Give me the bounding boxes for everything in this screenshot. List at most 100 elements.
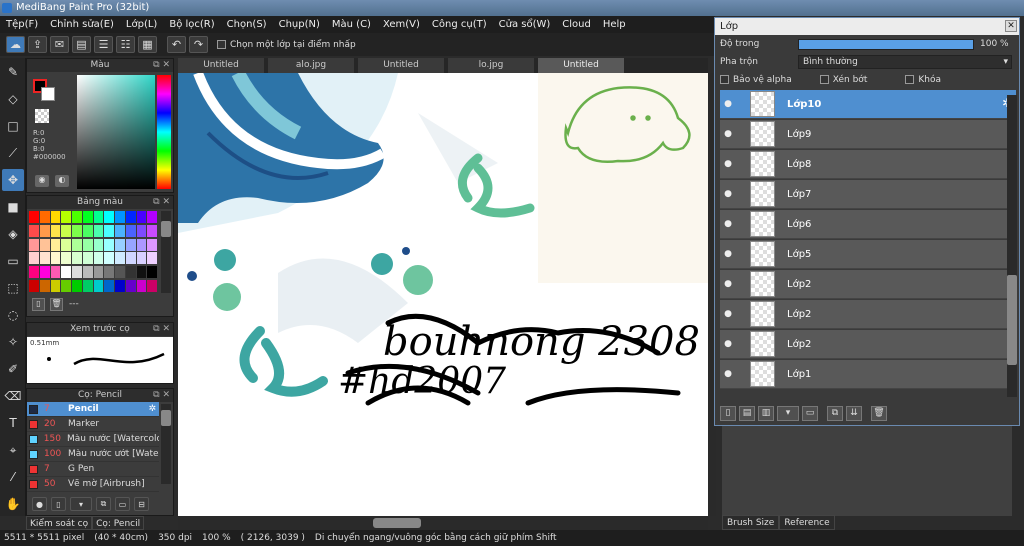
menu-color[interactable]: Màu (C) — [332, 19, 371, 30]
tab-brush-size[interactable]: Brush Size — [722, 515, 780, 530]
palette-swatch[interactable] — [72, 238, 82, 251]
palette-mode-icon-2[interactable]: ◐ — [55, 175, 69, 187]
palette-swatch[interactable] — [72, 211, 82, 223]
palette-swatch[interactable] — [72, 266, 82, 279]
folder-icon[interactable]: ▭ — [802, 406, 818, 421]
palette-swatch[interactable] — [39, 238, 50, 251]
new-halftone-layer-icon[interactable]: ▤ — [739, 406, 755, 421]
delete-palette-icon[interactable]: 🗑 — [50, 298, 63, 311]
panel-close-icon[interactable]: ⧉ ✕ — [153, 196, 170, 209]
menu-select[interactable]: Chọn(S) — [227, 19, 267, 30]
doc-icon[interactable]: ▤ — [72, 36, 91, 53]
palette-swatch[interactable] — [72, 252, 82, 265]
lock-checkbox[interactable] — [905, 75, 915, 84]
line-tool-icon[interactable]: ⟋ — [2, 142, 24, 164]
palette-swatch[interactable] — [125, 266, 136, 279]
palette-swatch[interactable] — [104, 252, 114, 265]
palette-swatch[interactable] — [125, 211, 136, 223]
bucket-tool-icon[interactable]: ◈ — [2, 223, 24, 245]
eraser-tool-icon[interactable]: ◇ — [2, 88, 24, 110]
menu-window[interactable]: Cửa sổ(W) — [499, 19, 551, 30]
menu-filter[interactable]: Bộ lọc(R) — [169, 19, 214, 30]
palette-swatch[interactable] — [39, 280, 50, 293]
layer-item[interactable]: ● Lớp7 — [720, 180, 1016, 209]
select-pen-icon[interactable]: ✐ — [2, 358, 24, 380]
layer-dropdown-icon[interactable]: ▾ — [777, 406, 799, 421]
cloud-icon[interactable]: ☁ — [6, 36, 25, 53]
palette-swatch[interactable] — [147, 211, 157, 223]
palette-swatch[interactable] — [136, 211, 147, 223]
palette-swatch[interactable] — [50, 252, 61, 265]
palette-swatch[interactable] — [147, 252, 157, 265]
brush-add-icon[interactable]: ● — [32, 497, 47, 511]
palette-swatch[interactable] — [82, 224, 93, 237]
eyedropper-icon[interactable]: ⁄ — [2, 466, 24, 488]
lasso-tool-icon[interactable]: ◌ — [2, 304, 24, 326]
move-tool-icon[interactable]: ✥ — [2, 169, 24, 191]
clipping-checkbox[interactable] — [819, 75, 829, 84]
palette-swatch[interactable] — [82, 252, 93, 265]
palette-swatch[interactable] — [136, 266, 147, 279]
brush-new-icon[interactable]: ▯ — [51, 497, 66, 511]
duplicate-layer-icon[interactable]: ⧉ — [827, 406, 843, 421]
palette-swatch[interactable] — [82, 266, 93, 279]
palette-swatch[interactable] — [125, 238, 136, 251]
panel-close-icon[interactable]: ⧉ ✕ — [153, 389, 170, 402]
select-layer-checkbox[interactable] — [217, 40, 226, 49]
brush-item[interactable]: 7 G Pen — [27, 462, 159, 477]
gear-icon[interactable]: ✲ — [148, 404, 156, 414]
eye-icon[interactable]: ● — [720, 159, 736, 169]
palette-swatch[interactable] — [61, 211, 71, 223]
blend-select[interactable]: Bình thường ▾ — [798, 55, 1012, 69]
palette-swatch[interactable] — [115, 211, 125, 223]
right-lower-scrollbar[interactable] — [1012, 426, 1024, 530]
palette-swatch[interactable] — [50, 238, 61, 251]
palette-swatch[interactable] — [147, 266, 157, 279]
layer-item[interactable]: ● Lớp1 — [720, 360, 1016, 389]
tab-brush-pencil[interactable]: Cọ: Pencil — [92, 516, 145, 530]
brush-item[interactable]: 7 Pencil ✲ — [27, 402, 159, 417]
palette-swatch[interactable] — [147, 238, 157, 251]
grid-icon[interactable]: ▦ — [138, 36, 157, 53]
layer-item[interactable]: ● Lớp2 — [720, 300, 1016, 329]
palette-swatch[interactable] — [104, 224, 114, 237]
brush-item[interactable]: 150 Màu nước [Watercolo — [27, 432, 159, 447]
brush-delete-icon[interactable]: ⊟ — [134, 497, 149, 511]
palette-swatch[interactable] — [39, 211, 50, 223]
menu-edit[interactable]: Chỉnh sửa(E) — [50, 19, 114, 30]
palette-swatch[interactable] — [115, 252, 125, 265]
palette-swatch[interactable] — [147, 280, 157, 293]
palette-swatch[interactable] — [29, 266, 39, 279]
layer-item[interactable]: ● Lớp2 — [720, 270, 1016, 299]
layer-item[interactable]: ● Lớp9 — [720, 120, 1016, 149]
eye-icon[interactable]: ● — [720, 369, 736, 379]
drawing-canvas[interactable]: bouhnong 2308 #hd2007 — [178, 73, 708, 516]
fill-rect-icon[interactable]: ■ — [2, 196, 24, 218]
eye-icon[interactable]: ● — [720, 189, 736, 199]
tab-brush-control[interactable]: Kiểm soát cọ — [26, 516, 93, 530]
palette-swatch[interactable] — [29, 252, 39, 265]
palette-swatch[interactable] — [93, 224, 104, 237]
hscroll-thumb[interactable] — [373, 518, 421, 528]
layer-list-scrollbar[interactable] — [1007, 95, 1017, 397]
palette-swatch[interactable] — [61, 238, 71, 251]
palette-swatch[interactable] — [104, 266, 114, 279]
eye-icon[interactable]: ● — [720, 99, 736, 109]
brush-dropdown-icon[interactable]: ▾ — [70, 497, 92, 511]
hand-tool-icon[interactable]: ✋ — [2, 493, 24, 515]
brush-tool-icon[interactable]: ✎ — [2, 61, 24, 83]
palette-swatch[interactable] — [82, 238, 93, 251]
saturation-field[interactable] — [77, 75, 155, 189]
palette-swatch[interactable] — [115, 280, 125, 293]
menu-help[interactable]: Help — [603, 19, 626, 30]
palette-swatch[interactable] — [61, 280, 71, 293]
magic-wand-icon[interactable]: ✧ — [2, 331, 24, 353]
share-icon[interactable]: ⇪ — [28, 36, 47, 53]
brush-item[interactable]: 20 Marker — [27, 417, 159, 432]
select-rect-icon[interactable]: ⬚ — [2, 277, 24, 299]
eye-icon[interactable]: ● — [720, 309, 736, 319]
brush-item[interactable]: 100 Màu nước ướt [Wate — [27, 447, 159, 462]
canvas-hscroll[interactable] — [178, 516, 708, 530]
palette-swatch[interactable] — [136, 238, 147, 251]
palette-swatch[interactable] — [39, 224, 50, 237]
